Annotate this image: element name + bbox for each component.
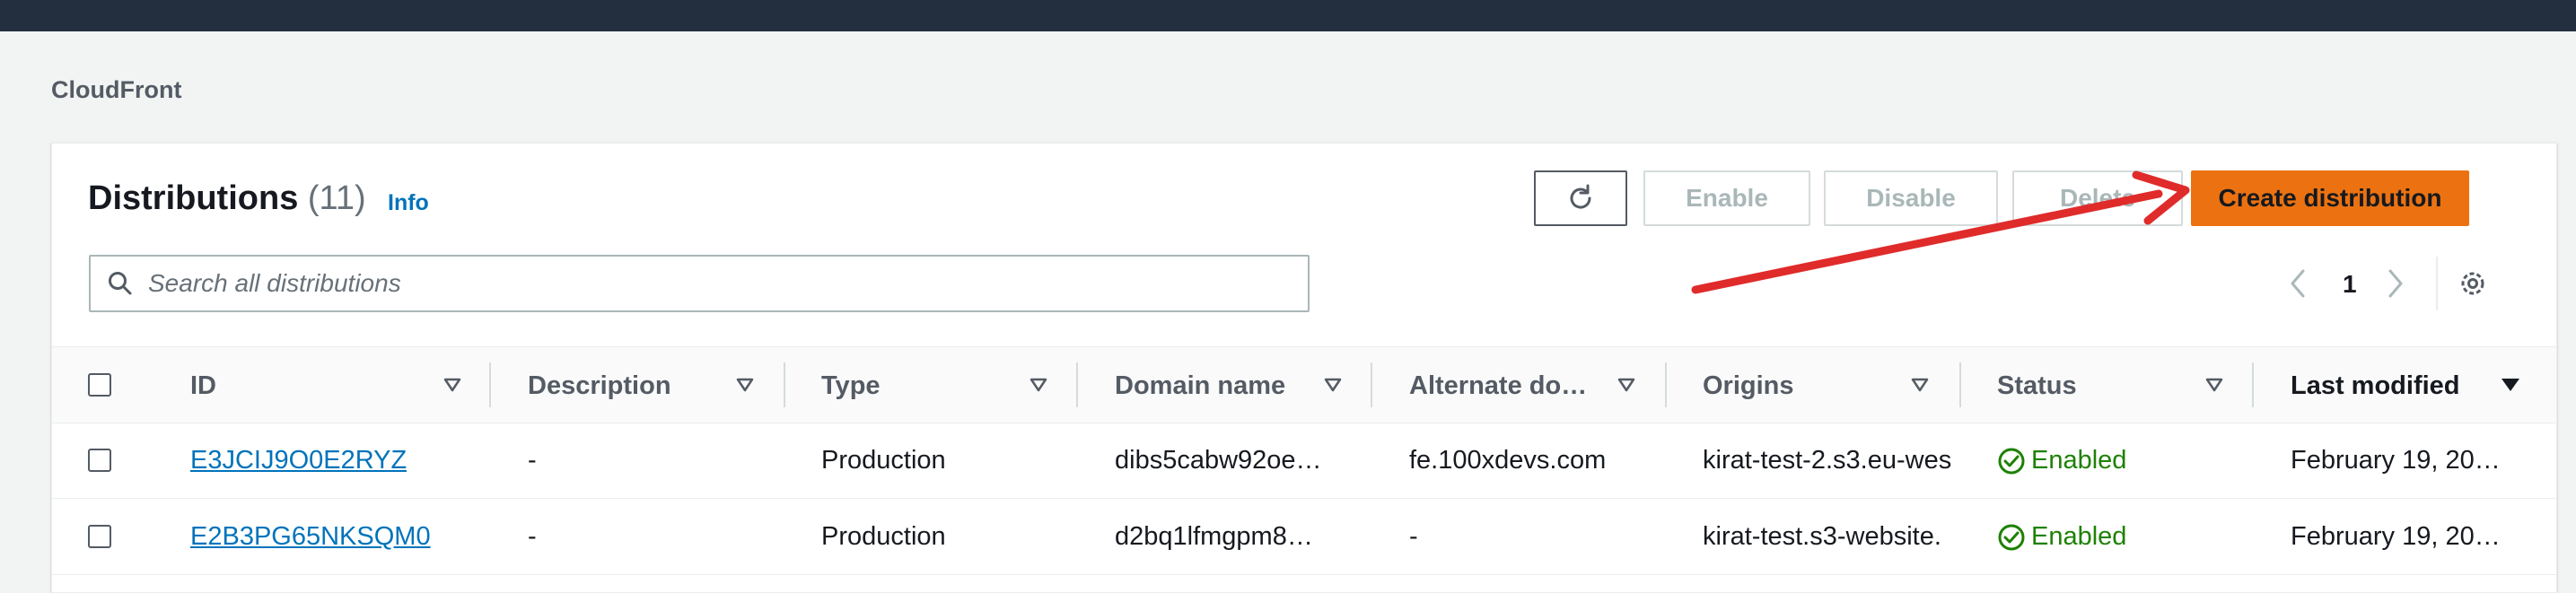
column-divider[interactable] xyxy=(1665,362,1667,407)
check-circle-icon xyxy=(1998,524,2025,550)
create-distribution-button[interactable]: Create distribution xyxy=(2191,170,2469,226)
column-divider[interactable] xyxy=(1959,362,1961,407)
search-icon xyxy=(109,272,132,295)
status-badge: Enabled xyxy=(1997,446,2126,475)
select-all-checkbox[interactable] xyxy=(88,373,111,397)
origins-cell: kirat-test-2.s3.eu-wes xyxy=(1703,446,1952,475)
column-header-id[interactable]: ID xyxy=(190,371,216,401)
search-box[interactable] xyxy=(89,255,1310,312)
column-divider[interactable] xyxy=(489,362,491,407)
alternate-domain-cell: - xyxy=(1409,522,1418,551)
column-header-alternate-domain[interactable]: Alternate do… xyxy=(1409,371,1587,401)
check-circle-icon xyxy=(1998,448,2025,474)
column-divider[interactable] xyxy=(1371,362,1372,407)
column-divider[interactable] xyxy=(784,362,785,407)
previous-page-icon[interactable] xyxy=(2287,267,2310,300)
breadcrumb[interactable]: CloudFront xyxy=(51,76,181,104)
filter-icon[interactable] xyxy=(1030,378,1047,392)
column-divider[interactable] xyxy=(1076,362,1078,407)
column-header-description[interactable]: Description xyxy=(528,371,671,401)
table-row: E3JCIJ9O0E2RYZ - Production dibs5cabw92o… xyxy=(52,423,2556,499)
enable-button[interactable]: Enable xyxy=(1643,170,1810,226)
info-link[interactable]: Info xyxy=(388,190,429,216)
last-modified-cell: February 19, 20… xyxy=(2291,522,2501,551)
status-text: Enabled xyxy=(2031,446,2127,475)
filter-icon[interactable] xyxy=(443,378,461,392)
filter-icon[interactable] xyxy=(1911,378,1929,392)
sort-descending-icon[interactable] xyxy=(2501,378,2520,392)
distributions-panel: Distributions (11) Info Enable Disable D… xyxy=(51,143,2557,593)
distribution-count: (11) xyxy=(307,179,366,217)
row-checkbox[interactable] xyxy=(88,525,111,548)
status-text: Enabled xyxy=(2031,522,2127,551)
next-page-icon[interactable] xyxy=(2383,267,2406,300)
alternate-domain-cell: fe.100xdevs.com xyxy=(1409,446,1607,475)
last-modified-cell: February 19, 20… xyxy=(2291,446,2501,475)
disable-button[interactable]: Disable xyxy=(1824,170,1998,226)
filter-icon[interactable] xyxy=(2205,378,2223,392)
column-header-domain-name[interactable]: Domain name xyxy=(1115,371,1285,401)
refresh-button[interactable] xyxy=(1534,170,1627,226)
domain-name-cell: d2bq1lfmgpm8… xyxy=(1115,522,1313,551)
current-page-number[interactable]: 1 xyxy=(2343,270,2357,299)
row-checkbox[interactable] xyxy=(88,449,111,472)
table-header: ID Description Type Domain name Alternat… xyxy=(52,346,2556,423)
description-cell: - xyxy=(528,446,537,475)
status-badge: Enabled xyxy=(1997,522,2126,552)
filter-icon[interactable] xyxy=(736,378,754,392)
type-cell: Production xyxy=(821,522,946,551)
gear-icon[interactable] xyxy=(2457,267,2489,300)
column-divider[interactable] xyxy=(2252,362,2254,407)
distribution-id-link[interactable]: E3JCIJ9O0E2RYZ xyxy=(190,446,407,475)
filter-icon[interactable] xyxy=(1324,378,1342,392)
title-text: Distributions xyxy=(88,179,299,217)
column-header-status[interactable]: Status xyxy=(1997,371,2077,401)
distribution-id-link[interactable]: E2B3PG65NKSQM0 xyxy=(190,522,431,552)
column-header-last-modified[interactable]: Last modified xyxy=(2291,371,2460,401)
pager-divider xyxy=(2436,257,2438,310)
column-header-type[interactable]: Type xyxy=(821,371,881,401)
origins-cell: kirat-test.s3-website. xyxy=(1703,522,1941,551)
type-cell: Production xyxy=(821,446,946,475)
table-row: E2B3PG65NKSQM0 - Production d2bq1lfmgpm8… xyxy=(52,499,2556,575)
domain-name-cell: dibs5cabw92oe… xyxy=(1115,446,1322,475)
console-top-bar xyxy=(0,0,2576,31)
filter-icon[interactable] xyxy=(1617,378,1635,392)
search-input[interactable] xyxy=(146,268,1272,299)
page-title: Distributions (11) xyxy=(88,179,366,218)
column-header-origins[interactable]: Origins xyxy=(1703,371,1794,401)
delete-button[interactable]: Delete xyxy=(2012,170,2183,226)
refresh-icon xyxy=(1570,184,1591,209)
description-cell: - xyxy=(528,522,537,551)
